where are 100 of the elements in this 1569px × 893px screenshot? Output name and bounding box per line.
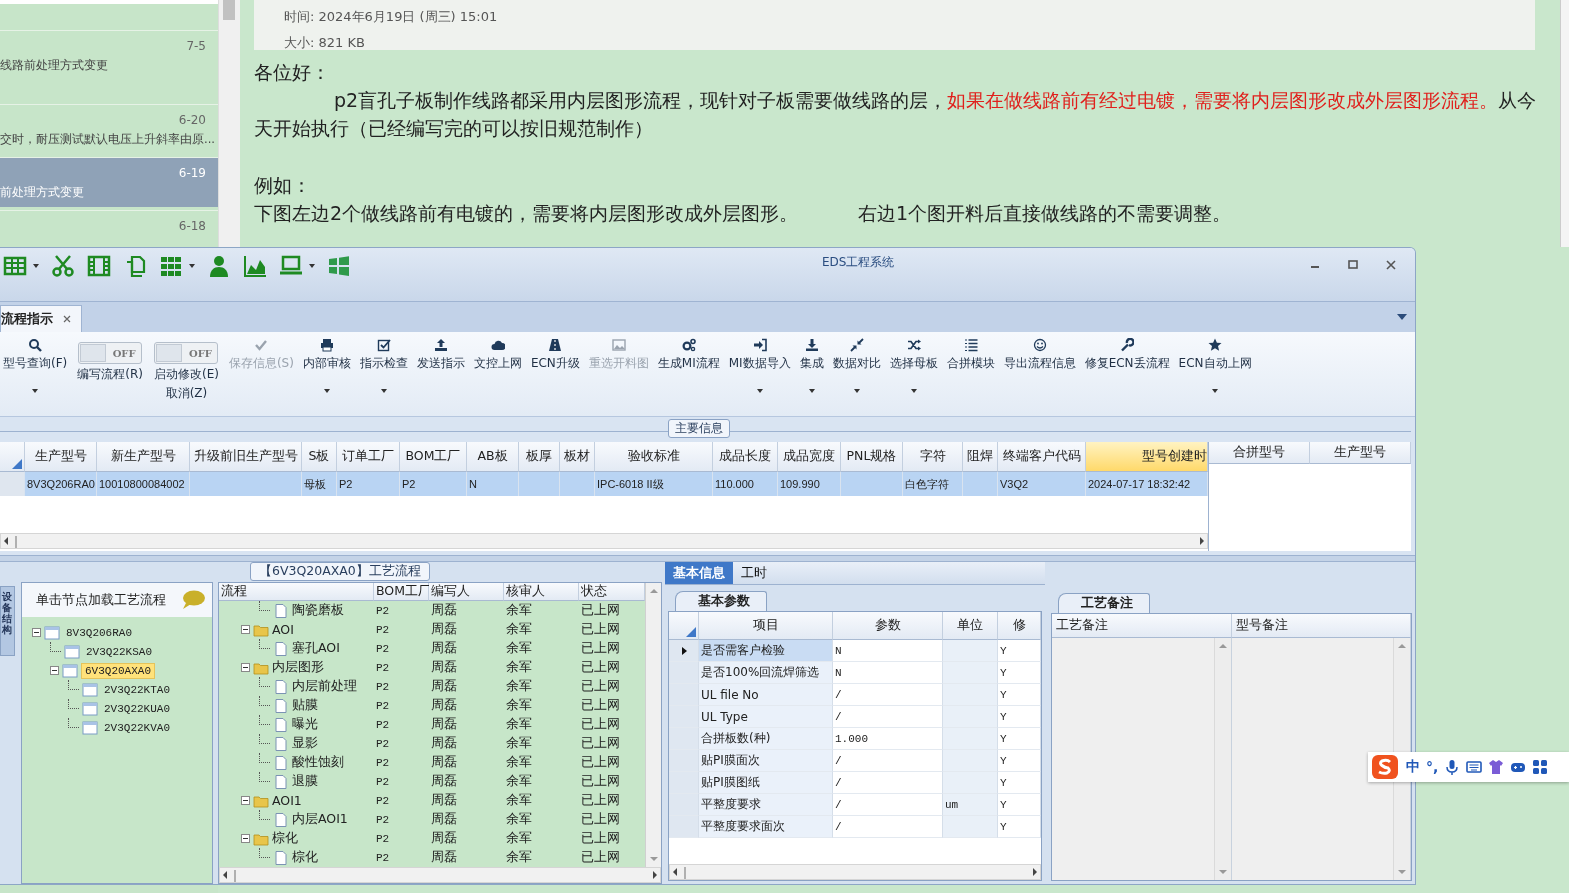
flow-step[interactable]: 陶瓷磨板: [292, 602, 344, 619]
tree-node[interactable]: 8V3Q206RA0: [63, 625, 135, 640]
flow-step[interactable]: 贴膜: [292, 697, 318, 714]
column-header[interactable]: 验收标准: [595, 442, 713, 472]
maximize-icon[interactable]: [1346, 258, 1360, 272]
flow-step[interactable]: 塞孔AOI: [292, 640, 340, 657]
column-header[interactable]: 新生产型号: [97, 442, 190, 472]
ribbon-button[interactable]: MI数据导入: [725, 336, 794, 406]
flow-step[interactable]: 内层图形: [272, 659, 324, 676]
column-header[interactable]: 终端客户代码: [998, 442, 1086, 472]
microphone-icon[interactable]: [1444, 759, 1461, 775]
ribbon-button[interactable]: 选择母板: [886, 336, 941, 406]
collapse-icon[interactable]: [241, 625, 250, 634]
tree-node[interactable]: 2V3Q22KTA0: [101, 682, 173, 697]
caret-icon[interactable]: [32, 389, 39, 393]
collapse-icon[interactable]: [32, 628, 41, 637]
column-header[interactable]: 生产型号: [25, 442, 97, 472]
dropdown-icon[interactable]: [1397, 314, 1407, 320]
column-header[interactable]: 状态: [579, 583, 645, 601]
flow-step[interactable]: 棕化: [272, 830, 298, 847]
column-header[interactable]: 升级前旧生产型号: [190, 442, 302, 472]
ribbon-button[interactable]: 型号查询(F): [0, 336, 71, 406]
tab[interactable]: 工艺备注: [1058, 593, 1150, 613]
flow-step[interactable]: 内层AOI1: [292, 811, 348, 828]
flow-step[interactable]: 棕化: [292, 849, 318, 866]
ribbon-button[interactable]: ECN升级: [527, 336, 583, 406]
tab[interactable]: 工时: [733, 562, 775, 584]
side-tab[interactable]: 设备结构: [0, 586, 15, 656]
grid-corner[interactable]: [669, 612, 699, 640]
toggle-switch[interactable]: OFF: [78, 342, 143, 364]
collapse-icon[interactable]: [241, 796, 250, 805]
ribbon-button[interactable]: 文控上网: [470, 336, 525, 406]
caret-icon[interactable]: [1212, 389, 1219, 393]
ribbon-button[interactable]: 发送指示: [413, 336, 468, 406]
caret-icon[interactable]: [380, 389, 387, 393]
column-header[interactable]: 工艺备注: [1052, 614, 1232, 638]
shirt-icon[interactable]: [1488, 759, 1505, 775]
column-header[interactable]: 型号创建时: [1086, 442, 1208, 472]
column-header[interactable]: 生产型号: [1310, 442, 1411, 464]
laptop-icon[interactable]: [279, 254, 303, 278]
ribbon-button[interactable]: ECN自动上网: [1175, 336, 1255, 406]
ribbon-button[interactable]: 合拼模块: [943, 336, 998, 406]
column-header[interactable]: 型号备注: [1231, 614, 1411, 638]
column-header[interactable]: AB板: [467, 442, 519, 472]
column-header[interactable]: PNL规格: [841, 442, 903, 472]
ribbon-button[interactable]: 集成: [796, 336, 827, 406]
close-icon[interactable]: [63, 315, 71, 323]
column-header[interactable]: S板: [302, 442, 337, 472]
column-header[interactable]: 板厚: [519, 442, 560, 472]
column-header[interactable]: 成品宽度: [778, 442, 841, 472]
column-header[interactable]: 阻焊: [963, 442, 998, 472]
flow-step[interactable]: 退膜: [292, 773, 318, 790]
corner-icon[interactable]: [686, 627, 696, 637]
tree-node[interactable]: 2V3Q22KSA0: [83, 644, 155, 659]
table-icon[interactable]: [3, 254, 27, 278]
column-header[interactable]: 编写人: [429, 583, 504, 601]
column-header[interactable]: 订单工厂: [337, 442, 400, 472]
scrollbar[interactable]: [669, 864, 1041, 880]
flow-step[interactable]: AOI1: [272, 793, 302, 808]
scrollbar[interactable]: [0, 533, 1208, 549]
close-icon[interactable]: [1384, 258, 1398, 272]
input-mode-button[interactable]: 中: [1406, 758, 1420, 776]
grid-icon[interactable]: [1532, 759, 1549, 775]
apps-icon[interactable]: [159, 254, 183, 278]
flow-step[interactable]: 曝光: [292, 716, 318, 733]
tab[interactable]: 基本参数: [675, 591, 767, 611]
ribbon-button[interactable]: 修复ECN丢流程: [1081, 336, 1173, 406]
tree-node[interactable]: 2V3Q22KVA0: [101, 720, 173, 735]
column-header[interactable]: 流程: [219, 583, 374, 601]
collapse-icon[interactable]: [241, 663, 250, 672]
column-header[interactable]: 参数: [833, 612, 943, 640]
row-header[interactable]: [669, 640, 699, 662]
caret-icon[interactable]: [189, 264, 195, 268]
flow-step[interactable]: 酸性蚀刻: [292, 754, 344, 771]
corner-icon[interactable]: [12, 459, 22, 469]
flow-step[interactable]: 内层前处理: [292, 678, 357, 695]
caret-icon[interactable]: [323, 389, 330, 393]
ribbon-button[interactable]: 内部审核: [299, 336, 354, 406]
column-header[interactable]: 核审人: [504, 583, 579, 601]
caret-icon[interactable]: [910, 389, 917, 393]
ribbon-button[interactable]: 导出流程信息: [1000, 336, 1079, 406]
scrollbar[interactable]: [218, 0, 240, 247]
column-header[interactable]: BOM工厂: [400, 442, 467, 472]
flow-step[interactable]: 显影: [292, 735, 318, 752]
caret-icon[interactable]: [756, 389, 763, 393]
flow-step[interactable]: AOI: [272, 622, 294, 637]
tab[interactable]: 基本信息: [665, 562, 733, 584]
collapse-icon[interactable]: [241, 834, 250, 843]
keyboard-icon[interactable]: [1466, 759, 1483, 775]
collapse-icon[interactable]: [50, 666, 59, 675]
caret-icon[interactable]: [309, 264, 315, 268]
grid-corner[interactable]: [0, 442, 25, 472]
ribbon-button[interactable]: 数据对比: [829, 336, 884, 406]
column-header[interactable]: 合拼型号: [1209, 442, 1310, 464]
toggle-switch[interactable]: OFF: [154, 342, 219, 364]
punctuation-button[interactable]: °,: [1426, 759, 1439, 775]
ribbon-button[interactable]: 生成MI流程: [654, 336, 723, 406]
ribbon-button[interactable]: 指示检查: [356, 336, 411, 406]
document-tab[interactable]: 流程指示: [0, 305, 82, 332]
column-header[interactable]: 项目: [699, 612, 833, 640]
